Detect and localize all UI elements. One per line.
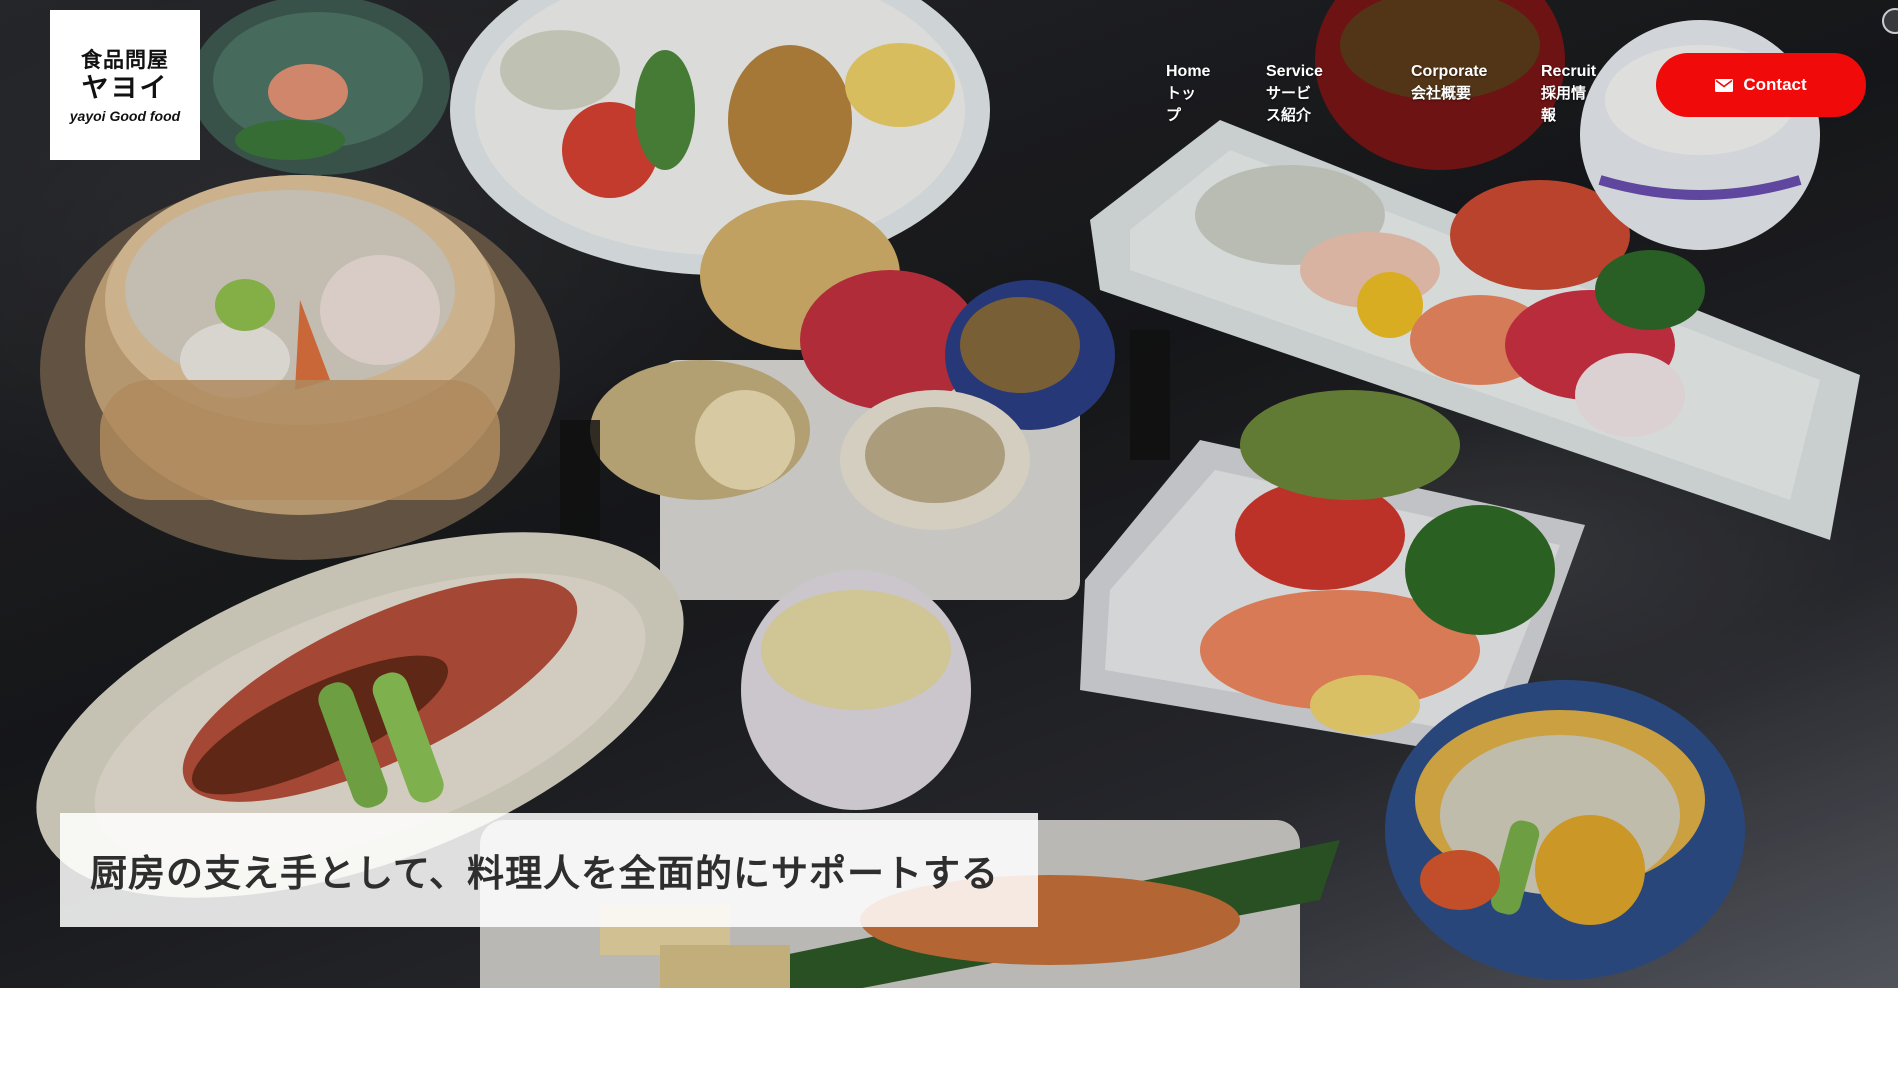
hero-tagline-box: 厨房の支え手として、料理人を全面的にサポートする (60, 813, 1038, 927)
nav-item-ja-label: サービス紹介 (1266, 84, 1312, 124)
nav-item-ja-label: 会社概要 (1411, 84, 1472, 102)
nav-item-recruit[interactable]: Recruit 採用情報 (1541, 62, 1596, 126)
contact-button-label: Contact (1743, 75, 1807, 94)
page-below-hero (0, 988, 1898, 1079)
contact-button[interactable]: Contact (1656, 53, 1866, 117)
nav-item-ja-label: 採用情報 (1541, 84, 1587, 124)
nav-item-en-label: Home (1166, 63, 1211, 80)
logo-text-line3: yayoi Good food (69, 108, 181, 124)
nav-item-home[interactable]: Home トップ (1166, 62, 1210, 126)
nav-item-en-label: Service (1266, 63, 1323, 80)
nav-item-service[interactable]: Service サービス紹介 (1266, 62, 1323, 126)
site-logo[interactable]: 食品問屋 ヤヨイ yayoi Good food (50, 10, 200, 160)
envelope-icon (1715, 78, 1734, 92)
nav-item-en-label: Corporate (1411, 63, 1488, 80)
logo-text-line1: 食品問屋 (81, 48, 169, 72)
nav-item-en-label: Recruit (1541, 63, 1597, 80)
nav-item-corporate[interactable]: Corporate 会社概要 (1411, 62, 1487, 104)
hero-tagline: 厨房の支え手として、料理人を全面的にサポートする (90, 852, 1000, 895)
logo-text-line2: ヤヨイ (81, 73, 169, 104)
nav-item-ja-label: トップ (1166, 84, 1197, 124)
